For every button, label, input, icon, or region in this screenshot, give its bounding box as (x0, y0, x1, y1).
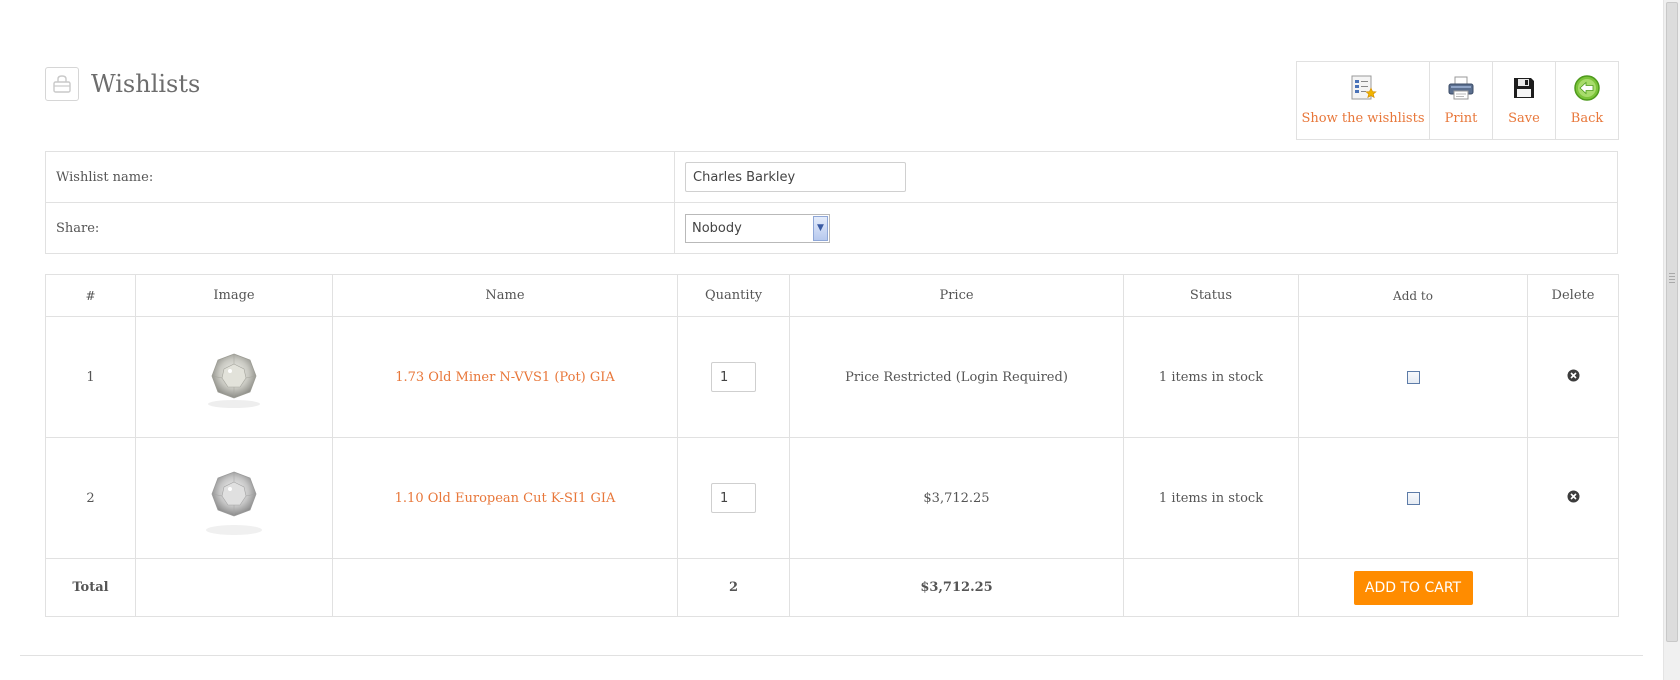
save-button[interactable]: Save (1492, 62, 1555, 139)
show-wishlists-label: Show the wishlists (1301, 111, 1425, 126)
share-row: Share: Nobody ▼ (46, 202, 1617, 253)
chevron-down-icon[interactable]: ▼ (813, 215, 828, 241)
empty-cell (135, 558, 333, 617)
save-label: Save (1508, 111, 1540, 126)
column-header-delete: Delete (1527, 274, 1619, 317)
row-number: 2 (45, 437, 136, 559)
add-to-cart-cell: ADD TO CART (1298, 558, 1528, 617)
total-price: $3,712.25 (789, 558, 1124, 617)
total-row: Total 2 $3,712.25 ADD TO CART (45, 558, 1619, 617)
delete-cell (1527, 316, 1619, 438)
status-cell: 1 items in stock (1123, 316, 1299, 438)
wishlist-items-table: # Image Name Quantity Price Status Add t… (45, 274, 1619, 617)
empty-cell (1123, 558, 1299, 617)
basket-icon (45, 67, 79, 101)
wishlist-name-input[interactable] (685, 162, 906, 192)
column-header-add-to: Add to (1298, 274, 1528, 317)
quantity-input[interactable] (711, 362, 756, 392)
quantity-cell (677, 316, 790, 438)
add-to-cart-button[interactable]: ADD TO CART (1353, 570, 1473, 605)
scrollbar-grip-icon (1669, 273, 1675, 285)
back-arrow-icon (1572, 73, 1602, 103)
wishlist-name-row: Wishlist name: (46, 152, 1617, 202)
delete-cell (1527, 437, 1619, 559)
quantity-cell (677, 437, 790, 559)
wishlist-name-cell (675, 152, 1617, 202)
price-cell: $3,712.25 (789, 437, 1124, 559)
wishlist-name-label: Wishlist name: (46, 152, 675, 202)
add-to-checkbox[interactable] (1406, 491, 1420, 505)
printer-icon (1446, 73, 1476, 103)
diamond-image[interactable] (194, 454, 274, 542)
delete-icon[interactable] (1567, 490, 1580, 507)
wishlist-list-icon (1348, 73, 1378, 103)
share-select[interactable]: Nobody ▼ (685, 213, 830, 243)
add-to-checkbox[interactable] (1406, 370, 1420, 384)
print-label: Print (1444, 111, 1478, 126)
table-row: 2 1.10 Old European Cut K-SI1 GIA 1 $3,7… (45, 437, 1619, 559)
scrollbar-thumb[interactable] (1666, 2, 1678, 642)
add-to-cell (1298, 437, 1528, 559)
price-cell: Price Restricted (Login Required) (789, 316, 1124, 438)
wishlist-page: Wishlists Show the wishlists Print Save … (0, 0, 1660, 680)
page-title: Wishlists (91, 70, 201, 98)
row-number: 1 (45, 316, 136, 438)
empty-cell (332, 558, 678, 617)
column-header-number: # (45, 274, 136, 317)
column-header-status: Status (1123, 274, 1299, 317)
total-quantity: 2 (677, 558, 790, 617)
back-label: Back (1570, 111, 1604, 126)
total-label: Total (45, 558, 136, 617)
share-label: Share: (46, 203, 675, 253)
table-header-row: # Image Name Quantity Price Status Add t… (45, 274, 1619, 317)
wishlist-form: Wishlist name: Share: Nobody ▼ (45, 151, 1618, 254)
quantity-input[interactable] (711, 483, 756, 513)
column-header-price: Price (789, 274, 1124, 317)
show-wishlists-button[interactable]: Show the wishlists (1297, 62, 1429, 139)
toolbar: Show the wishlists Print Save Back (1296, 61, 1619, 140)
back-button[interactable]: Back (1555, 62, 1618, 139)
product-name-link[interactable]: 1.73 Old Miner N-VVS1 (Pot) GIA (395, 370, 615, 385)
product-name-cell: 1.10 Old European Cut K-SI1 GIA (332, 437, 678, 559)
share-select-value: Nobody (692, 220, 742, 236)
table-row: 1 1.73 Old Miner N-VVS1 (Pot) GIA 1 Pric… (45, 316, 1619, 438)
product-name-link[interactable]: 1.10 Old European Cut K-SI1 GIA (395, 491, 616, 506)
column-header-quantity: Quantity (677, 274, 790, 317)
floppy-disk-icon (1509, 73, 1539, 103)
footer-divider (20, 655, 1643, 656)
column-header-image: Image (135, 274, 333, 317)
diamond-image[interactable] (194, 338, 274, 416)
print-button[interactable]: Print (1429, 62, 1492, 139)
status-cell: 1 items in stock (1123, 437, 1299, 559)
product-image-cell (135, 437, 333, 559)
add-to-cell (1298, 316, 1528, 438)
page-header: Wishlists (45, 66, 200, 102)
product-image-cell (135, 316, 333, 438)
column-header-name: Name (332, 274, 678, 317)
vertical-scrollbar[interactable] (1663, 0, 1680, 680)
product-name-cell: 1.73 Old Miner N-VVS1 (Pot) GIA (332, 316, 678, 438)
empty-cell (1527, 558, 1619, 617)
delete-icon[interactable] (1567, 369, 1580, 386)
share-cell: Nobody ▼ (675, 203, 1617, 253)
